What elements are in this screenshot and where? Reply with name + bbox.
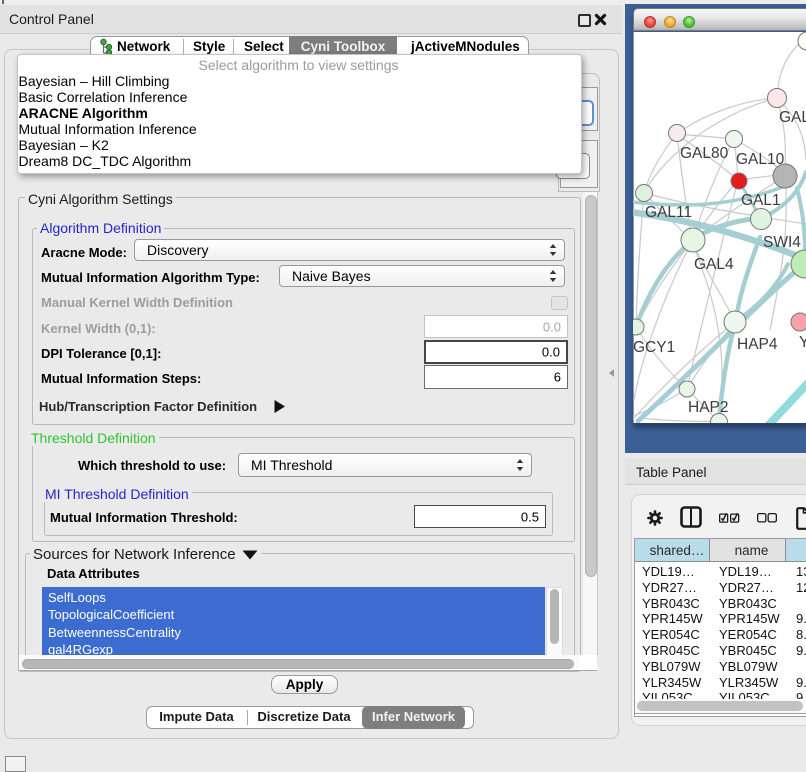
svg-text:HAP2: HAP2 — [688, 399, 729, 416]
svg-text:Y: Y — [799, 334, 806, 351]
svg-text:GAL1: GAL1 — [741, 192, 781, 209]
svg-text:SWI4: SWI4 — [763, 234, 801, 251]
svg-text:HAP4: HAP4 — [737, 336, 778, 353]
svg-text:GAL3: GAL3 — [779, 109, 806, 126]
svg-text:GAL10: GAL10 — [736, 151, 785, 168]
svg-text:GCY1: GCY1 — [633, 339, 675, 356]
svg-text:GAL11: GAL11 — [645, 204, 692, 221]
svg-text:GAL4: GAL4 — [694, 256, 734, 273]
svg-text:GAL80: GAL80 — [680, 145, 729, 162]
